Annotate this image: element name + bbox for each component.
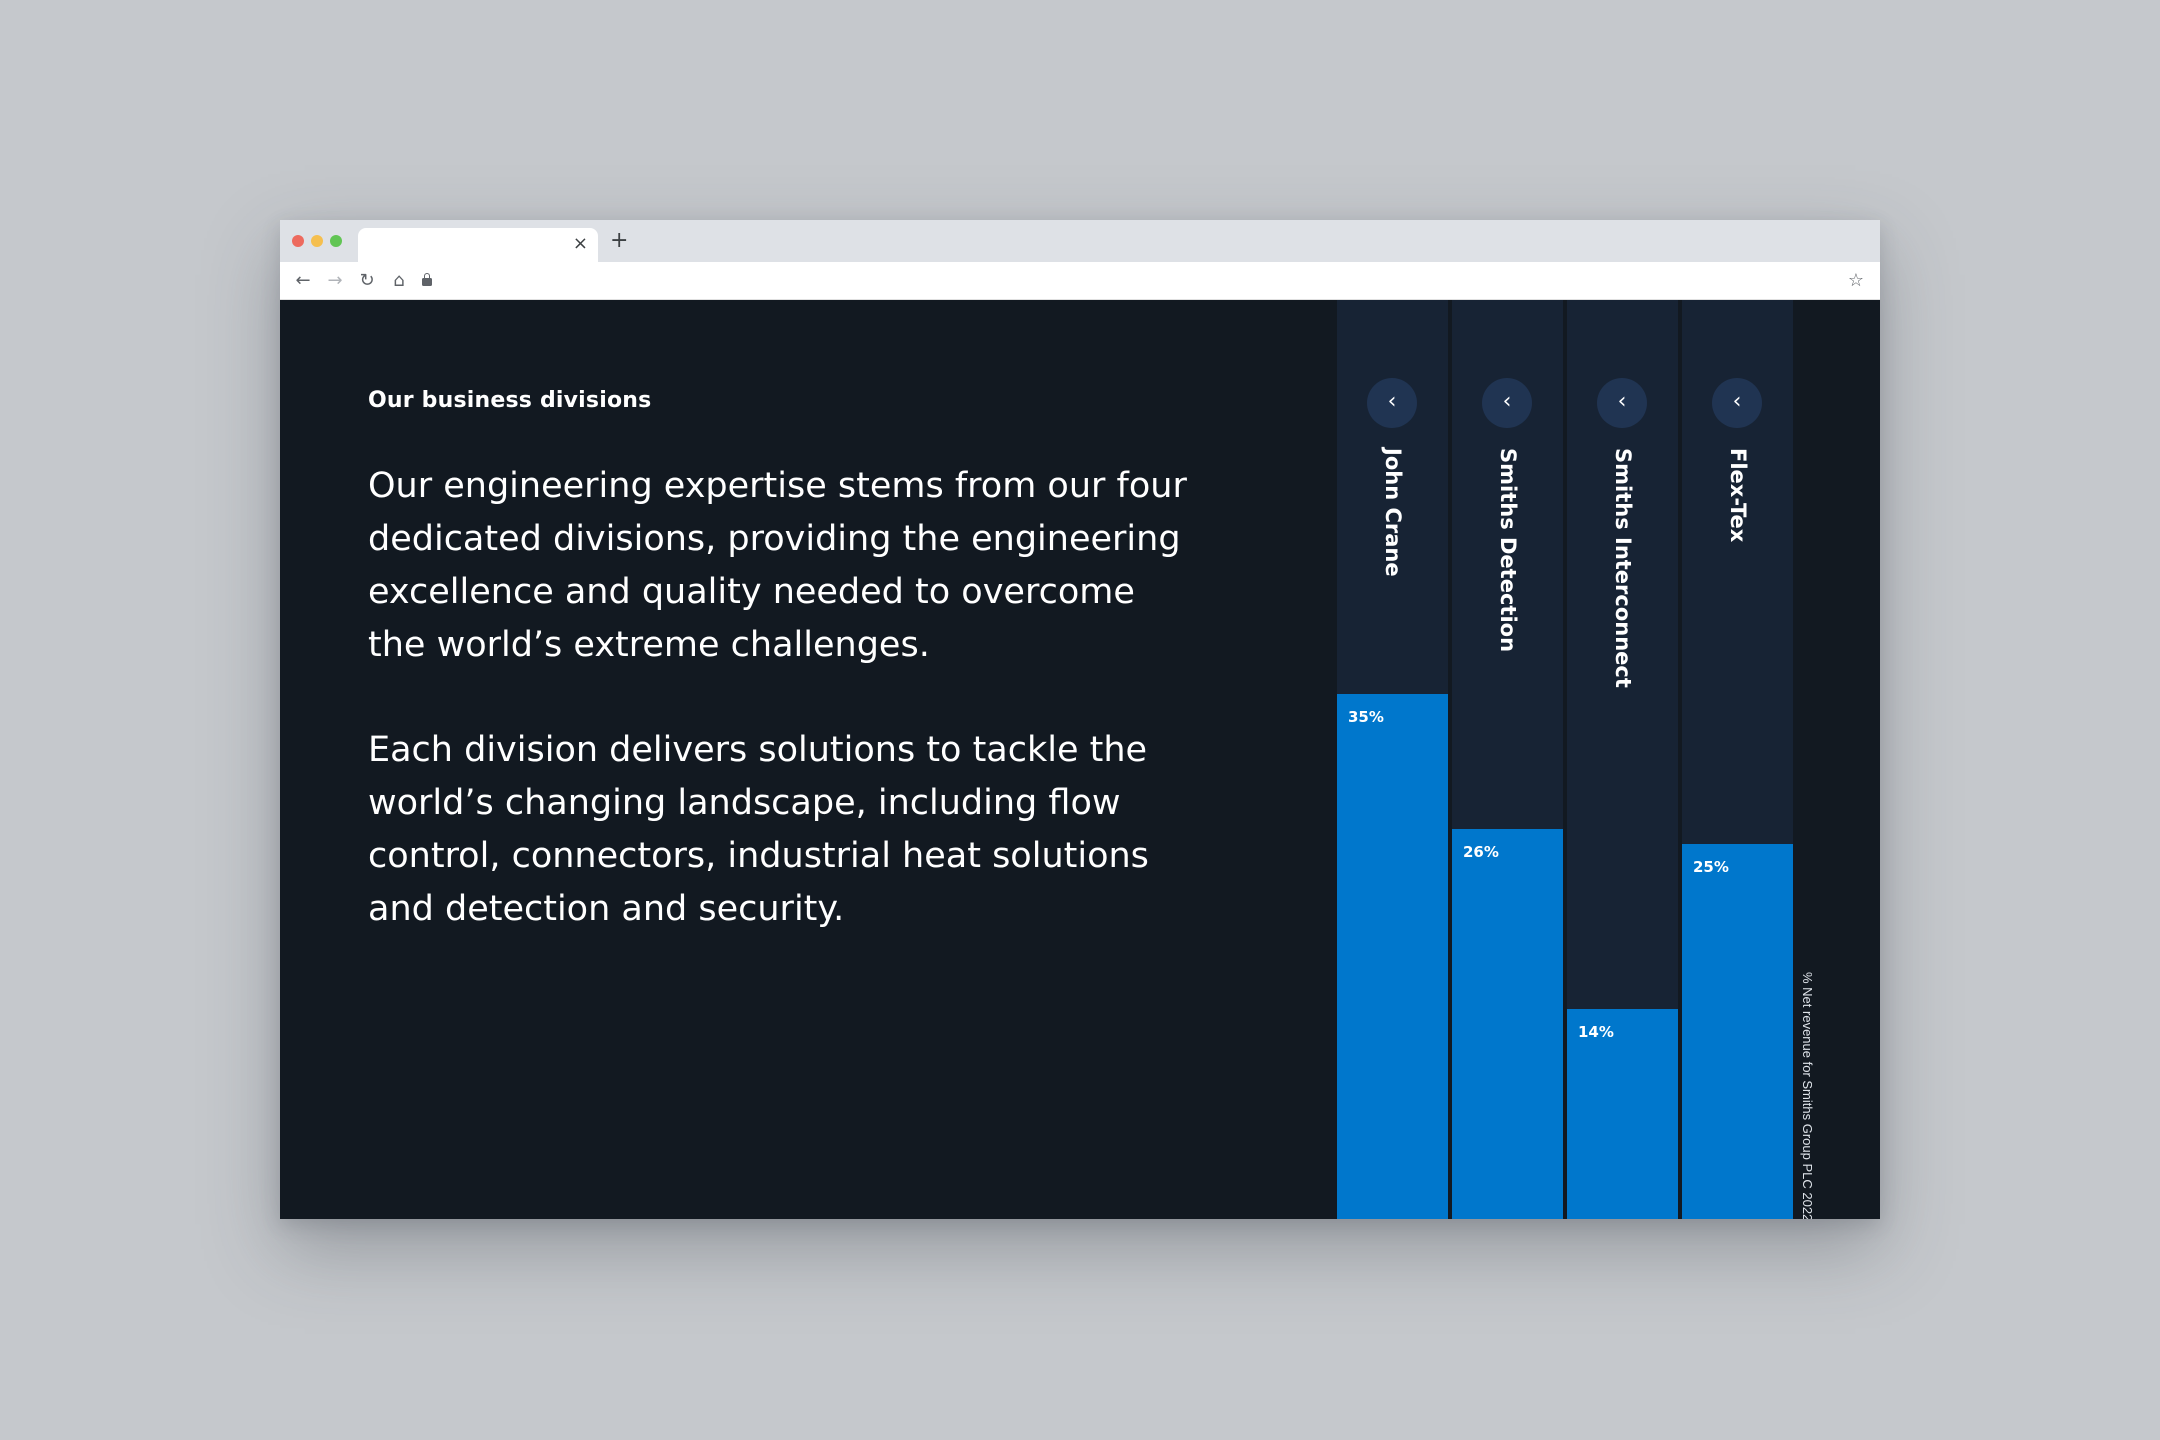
revenue-bar-john-crane: 35% (1337, 694, 1448, 1219)
detail-paragraph: Each division delivers solutions to tack… (368, 730, 1149, 929)
division-label-smiths-interconnect: Smiths Interconnect (1611, 448, 1635, 688)
division-column-smiths-interconnect[interactable]: ‹ Smiths Interconnect 14% (1567, 300, 1678, 1219)
revenue-bar-flex-tex: 25% (1682, 844, 1793, 1219)
division-label-john-crane: John Crane (1381, 448, 1405, 577)
browser-toolbar: ← → ↻ ⌂ ☆ (280, 262, 1880, 300)
chart-footnote: % Net revenue for Smiths Group PLC 2022 (1800, 972, 1815, 1219)
revenue-bar-smiths-interconnect: 14% (1567, 1009, 1678, 1219)
division-label-flex-tex: Flex-Tex (1726, 448, 1750, 543)
lock-icon (422, 273, 432, 287)
reload-icon[interactable]: ↻ (356, 270, 378, 292)
home-icon[interactable]: ⌂ (388, 270, 410, 292)
tab-close-icon[interactable]: × (573, 234, 588, 254)
division-column-smiths-detection[interactable]: ‹ Smiths Detection 26% (1452, 300, 1563, 1219)
bar-value-label: 25% (1693, 858, 1729, 876)
chevron-left-icon[interactable]: ‹ (1367, 378, 1417, 428)
division-revenue-chart: ‹ John Crane 35% ‹ Smiths Detection 26% ‹ Smith… (1337, 300, 1797, 1219)
tab-strip: × + (280, 220, 1880, 262)
chevron-left-icon[interactable]: ‹ (1712, 378, 1762, 428)
browser-window: × + ← → ↻ ⌂ ☆ Our business divisions Our… (280, 220, 1880, 1219)
chevron-left-icon[interactable]: ‹ (1482, 378, 1532, 428)
maximize-window-button[interactable] (330, 235, 342, 247)
revenue-bar-smiths-detection: 26% (1452, 829, 1563, 1219)
division-column-john-crane[interactable]: ‹ John Crane 35% (1337, 300, 1448, 1219)
division-label-smiths-detection: Smiths Detection (1496, 448, 1520, 653)
chevron-left-icon[interactable]: ‹ (1597, 378, 1647, 428)
forward-arrow-icon[interactable]: → (324, 270, 346, 292)
intro-paragraph: Our engineering expertise stems from our… (368, 466, 1187, 665)
back-arrow-icon[interactable]: ← (292, 270, 314, 292)
new-tab-icon[interactable]: + (610, 228, 628, 254)
bar-value-label: 26% (1463, 843, 1499, 861)
bar-value-label: 35% (1348, 708, 1384, 726)
minimize-window-button[interactable] (311, 235, 323, 247)
address-bar[interactable] (440, 268, 1820, 294)
division-column-flex-tex[interactable]: ‹ Flex-Tex 25% (1682, 300, 1793, 1219)
bar-value-label: 14% (1578, 1023, 1614, 1041)
browser-tab[interactable]: × (358, 228, 598, 262)
bookmark-star-icon[interactable]: ☆ (1848, 270, 1864, 292)
close-window-button[interactable] (292, 235, 304, 247)
section-eyebrow: Our business divisions (368, 388, 652, 413)
page-content: Our business divisions Our engineering e… (280, 300, 1880, 1219)
